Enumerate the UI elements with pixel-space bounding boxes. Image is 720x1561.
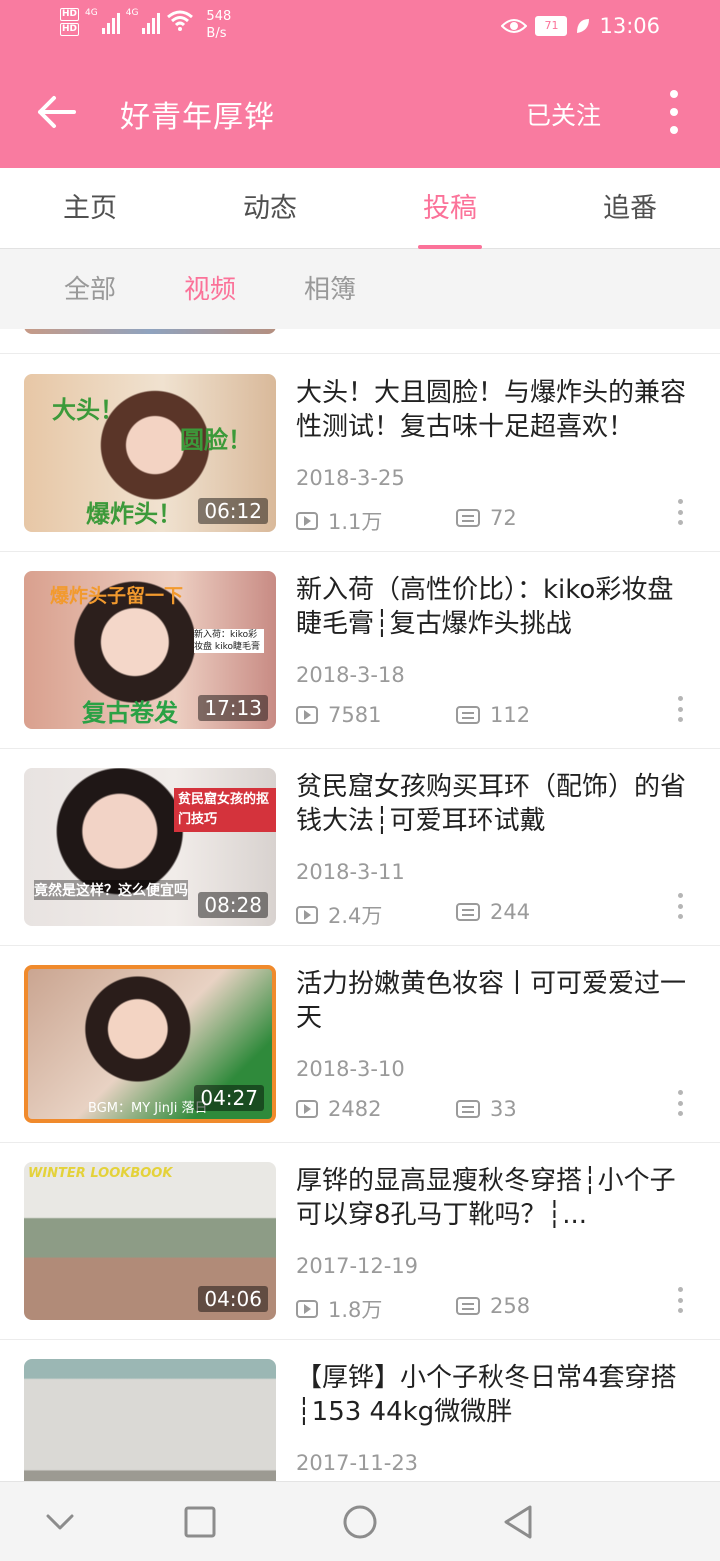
thumb-caption: 爆炸头子留一下 (50, 585, 184, 607)
play-count-icon (296, 1100, 318, 1118)
danmaku-icon (456, 903, 480, 921)
tab-home[interactable]: 主页 (0, 168, 180, 248)
page-title: 好青年厚铧 (120, 100, 275, 135)
eye-icon (501, 19, 528, 33)
video-thumbnail[interactable] (24, 1359, 276, 1481)
hd-icon: HD HD (60, 8, 80, 36)
play-count-icon (296, 906, 318, 924)
network-speed: 548 B/s (206, 9, 232, 41)
danmaku-icon (456, 1297, 480, 1315)
chevron-down-icon[interactable] (38, 1500, 82, 1544)
danmaku-count: 244 (456, 900, 530, 924)
video-title[interactable]: 贫民窟女孩购买耳环（配饰）的省钱大法┆可爱耳环试戴 (296, 770, 696, 838)
battery-icon: 71 (535, 16, 568, 36)
video-title[interactable]: 新入荷（高性价比）：kiko彩妆盘睫毛膏┆复古爆炸头挑战 (296, 573, 696, 641)
video-thumbnail[interactable]: 爆炸头子留一下 复古卷发 新入荷：kiko彩妆盘 kiko睫毛膏 17:13 (24, 571, 276, 729)
danmaku-count: 258 (456, 1294, 530, 1318)
thumb-caption: 大头！ (52, 396, 124, 424)
play-count-icon (296, 512, 318, 530)
triangle-back-icon[interactable] (498, 1500, 542, 1544)
video-date: 2017-12-19 (296, 1254, 419, 1278)
item-more-icon[interactable] (676, 499, 684, 525)
follow-button[interactable]: 已关注 (526, 96, 601, 132)
thumb-caption: 新入荷：kiko彩妆盘 kiko睫毛膏 (194, 629, 264, 653)
upload-subtabs: 全部 视频 相簿 (0, 249, 720, 329)
video-item[interactable]: 爆炸头子留一下 复古卷发 新入荷：kiko彩妆盘 kiko睫毛膏 17:13 新… (0, 551, 720, 749)
video-thumbnail[interactable]: 大头！ 圆脸！ 爆炸头！ 06:12 (24, 374, 276, 532)
thumb-caption: 爆炸头！ (86, 500, 182, 528)
thumb-caption: 竟然是这样？这么便宜吗 (34, 880, 188, 900)
square-recents-icon[interactable] (178, 1500, 222, 1544)
video-thumbnail[interactable] (24, 329, 276, 334)
thumb-caption: BGM：MY JinJi 落日 (88, 1101, 208, 1116)
danmaku-count: 112 (456, 703, 530, 727)
danmaku-count: 33 (456, 1097, 517, 1121)
more-vert-icon[interactable] (664, 90, 684, 134)
video-duration: 06:12 (198, 498, 268, 524)
subtab-all[interactable]: 全部 (64, 249, 116, 331)
thumb-caption: 圆脸！ (180, 426, 252, 454)
wifi-icon (167, 10, 194, 31)
video-list: 大头！ 圆脸！ 爆炸头！ 06:12 大头！大且圆脸！与爆炸头的兼容性测试！复古… (0, 329, 720, 1481)
view-count: 7581 (296, 703, 381, 727)
view-count: 2.4万 (296, 900, 382, 930)
status-bar: HD HD 4G 4G 548 B/s 71 13:06 (0, 0, 720, 56)
danmaku-icon (456, 1100, 480, 1118)
video-title[interactable]: 活力扮嫩黄色妆容丨可可爱爱过一天 (296, 967, 696, 1035)
play-count-icon (296, 1300, 318, 1318)
signal-icon: 4G (85, 8, 120, 34)
view-count: 1.1万 (296, 506, 382, 536)
video-date: 2018-3-11 (296, 860, 405, 884)
tab-bangumi[interactable]: 追番 (540, 168, 720, 248)
video-thumbnail[interactable]: 贫民窟女孩的抠门技巧 竟然是这样？这么便宜吗 08:28 (24, 768, 276, 926)
thumb-caption: 复古卷发 (82, 699, 178, 727)
video-item[interactable]: WINTER LOOKBOOK 04:06 厚铧的显高显瘦秋冬穿搭┆小个子可以穿… (0, 1142, 720, 1340)
thumb-caption: 贫民窟女孩的抠门技巧 (174, 788, 276, 832)
tab-uploads[interactable]: 投稿 (360, 168, 540, 249)
video-duration: 04:06 (198, 1286, 268, 1312)
video-thumbnail[interactable]: BGM：MY JinJi 落日 04:27 (24, 965, 276, 1123)
video-duration: 04:27 (194, 1085, 264, 1111)
video-duration: 08:28 (198, 892, 268, 918)
video-title[interactable]: 厚铧的显高显瘦秋冬穿搭┆小个子可以穿8孔马丁靴吗？┆... (296, 1164, 696, 1232)
video-item[interactable]: BGM：MY JinJi 落日 04:27 活力扮嫩黄色妆容丨可可爱爱过一天 2… (0, 945, 720, 1143)
video-item[interactable]: 大头！ 圆脸！ 爆炸头！ 06:12 大头！大且圆脸！与爆炸头的兼容性测试！复古… (0, 354, 720, 552)
item-more-icon[interactable] (676, 893, 684, 919)
video-date: 2018-3-18 (296, 663, 405, 687)
video-date: 2018-3-10 (296, 1057, 405, 1081)
play-count-icon (296, 706, 318, 724)
app-header: 好青年厚铧 已关注 (0, 56, 720, 168)
video-item-partial[interactable] (0, 329, 720, 354)
video-date: 2017-11-23 (296, 1451, 419, 1475)
signal-icon-2: 4G (126, 8, 161, 34)
profile-tabs: 主页 动态 投稿 追番 (0, 168, 720, 249)
leaf-icon (577, 19, 590, 33)
tab-activity[interactable]: 动态 (180, 168, 360, 248)
video-title[interactable]: 【厚铧】小个子秋冬日常4套穿搭┆153 44kg微微胖 (296, 1361, 696, 1429)
item-more-icon[interactable] (676, 1090, 684, 1116)
subtab-video[interactable]: 视频 (184, 249, 236, 331)
back-arrow-icon[interactable] (36, 94, 76, 130)
danmaku-icon (456, 509, 480, 527)
danmaku-count: 72 (456, 506, 517, 530)
video-duration: 17:13 (198, 695, 268, 721)
video-title[interactable]: 大头！大且圆脸！与爆炸头的兼容性测试！复古味十足超喜欢！ (296, 376, 696, 444)
video-thumbnail[interactable]: WINTER LOOKBOOK 04:06 (24, 1162, 276, 1320)
circle-home-icon[interactable] (338, 1500, 382, 1544)
item-more-icon[interactable] (676, 696, 684, 722)
view-count: 2482 (296, 1097, 381, 1121)
video-item[interactable]: 贫民窟女孩的抠门技巧 竟然是这样？这么便宜吗 08:28 贫民窟女孩购买耳环（配… (0, 748, 720, 946)
item-more-icon[interactable] (676, 1287, 684, 1313)
view-count: 1.8万 (296, 1294, 382, 1324)
thumb-caption: WINTER LOOKBOOK (28, 1166, 173, 1181)
video-date: 2018-3-25 (296, 466, 405, 490)
system-nav-bar (0, 1481, 720, 1561)
clock: 13:06 (599, 14, 660, 38)
subtab-album[interactable]: 相簿 (304, 249, 356, 331)
video-item[interactable]: 【厚铧】小个子秋冬日常4套穿搭┆153 44kg微微胖 2017-11-23 (0, 1339, 720, 1481)
danmaku-icon (456, 706, 480, 724)
